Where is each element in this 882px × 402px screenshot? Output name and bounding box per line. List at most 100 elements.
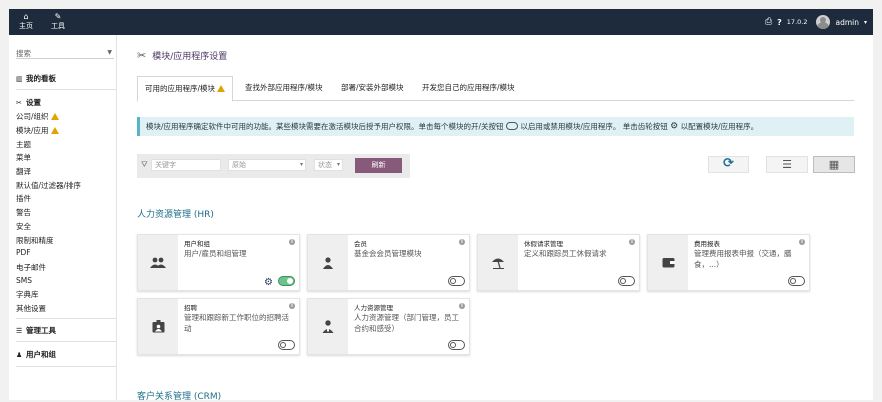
- module-toggle[interactable]: [618, 276, 635, 286]
- toggle-knob: [280, 342, 286, 348]
- sidebar-item-label: 设置: [26, 98, 41, 107]
- warning-icon: [50, 113, 59, 120]
- sidebar-item-sms[interactable]: SMS: [16, 276, 32, 285]
- sidebar-item-theme[interactable]: 主题: [16, 139, 31, 150]
- sidebar-item-settings[interactable]: ✂ 设置: [16, 97, 41, 108]
- module-description: 用户/雇员和组管理: [184, 249, 247, 258]
- refresh-button[interactable]: 刷新: [355, 158, 402, 173]
- module-toggle[interactable]: [278, 340, 295, 350]
- sidebar-item-email[interactable]: 电子邮件: [16, 262, 46, 273]
- sidebar-item-security[interactable]: 安全: [16, 221, 31, 232]
- chevron-down-icon[interactable]: ▾: [864, 19, 867, 26]
- sidebar: 搜索 ▼ ▥ 我的看板 ✂ 设置 公司/组织 模块/应用 主题 菜单 翻译 默认值/…: [9, 35, 117, 400]
- divider: [16, 89, 116, 90]
- toggle-knob: [620, 278, 626, 284]
- sidebar-item-widgets[interactable]: 插件: [16, 193, 31, 204]
- chart-icon: ▥: [16, 75, 23, 83]
- user-name[interactable]: admin: [835, 18, 859, 27]
- sidebar-item-menu[interactable]: 菜单: [16, 152, 31, 163]
- keyword-input[interactable]: 关键字: [151, 159, 221, 171]
- sidebar-item-label: 字典库: [16, 290, 39, 299]
- nav-home-label: 主页: [19, 22, 33, 30]
- toggle-knob: [287, 278, 293, 284]
- top-nav: ⌂ 主页 ✎ 工具: [19, 12, 65, 31]
- sidebar-item-label: 默认值/过滤器/排序: [16, 181, 82, 190]
- sidebar-item-company[interactable]: 公司/组织: [16, 111, 59, 122]
- chevron-down-icon: ▾: [336, 161, 340, 168]
- info-icon[interactable]: i: [289, 239, 295, 245]
- chevron-down-icon: ▾: [299, 161, 303, 168]
- info-text: 以配置模块/应用程序。: [680, 122, 759, 131]
- sidebar-item-modules[interactable]: 模块/应用: [16, 125, 59, 136]
- sidebar-item-label: 管理工具: [26, 326, 56, 335]
- nav-tools-button[interactable]: ✎ 工具: [51, 12, 65, 31]
- sidebar-item-pdf[interactable]: PDF: [16, 248, 31, 257]
- gear-icon[interactable]: ⚙: [264, 277, 273, 288]
- sidebar-item-alerts[interactable]: 警告: [16, 207, 31, 218]
- sidebar-item-dictionaries[interactable]: 字典库: [16, 289, 39, 300]
- print-icon[interactable]: ⎙: [765, 17, 772, 27]
- section-title-hr: 人力资源管理 (HR): [137, 210, 214, 220]
- module-title: 招聘: [184, 304, 197, 312]
- tab-label: 可用的应用程序/模块: [145, 84, 216, 93]
- module-description: 管理费用报表申报（交通，膳食，...）: [694, 249, 792, 269]
- module-toggle[interactable]: [448, 340, 465, 350]
- module-toggle[interactable]: [278, 276, 295, 286]
- sidebar-item-label: 用户和组: [26, 350, 56, 359]
- sidebar-item-label: 电子邮件: [16, 263, 46, 272]
- info-icon[interactable]: i: [459, 239, 465, 245]
- refresh-icon: ⟳: [723, 156, 734, 171]
- tab-available-modules[interactable]: 可用的应用程序/模块: [137, 76, 234, 102]
- reload-button[interactable]: ⟳: [708, 156, 749, 173]
- filter-bar: ⛛ 关键字 原始 ▾ 状态 ▾ 刷新: [137, 154, 410, 178]
- tab-deploy-external[interactable]: 部署/安装外部模块: [334, 76, 411, 100]
- module-title: 用户和组: [184, 240, 210, 248]
- sidebar-item-dashboard[interactable]: ▥ 我的看板: [16, 73, 56, 84]
- sidebar-item-label: 公司/组织: [16, 112, 49, 121]
- module-toggle[interactable]: [448, 276, 465, 286]
- divider: [16, 366, 116, 367]
- section-title-crm: 客户关系管理 (CRM): [137, 392, 222, 402]
- sidebar-item-users-groups[interactable]: ♟ 用户和组: [16, 349, 56, 360]
- module-card-users-groups: 用户和组 用户/雇员和组管理 i ⚙: [137, 234, 300, 291]
- sidebar-item-label: 模块/应用: [16, 126, 49, 135]
- info-icon[interactable]: i: [799, 239, 805, 245]
- user-icon: ♟: [16, 351, 23, 359]
- avatar[interactable]: [816, 15, 831, 29]
- sidebar-item-other[interactable]: 其他设置: [16, 303, 46, 314]
- kanban-view-button[interactable]: ▦: [813, 156, 855, 173]
- module-description: 管理和跟踪新工作职位的招聘活动: [184, 313, 289, 333]
- info-icon[interactable]: i: [459, 303, 465, 309]
- sidebar-item-defaults[interactable]: 默认值/过滤器/排序: [16, 180, 81, 191]
- help-icon[interactable]: ?: [777, 18, 782, 27]
- module-toggle[interactable]: [788, 276, 805, 286]
- sidebar-item-label: 其他设置: [16, 304, 46, 313]
- top-navbar: ⌂ 主页 ✎ 工具 ⎙ ? 17.0.2 admin ▾: [9, 9, 873, 35]
- page-title: ✂ 模块/应用程序设置: [137, 49, 227, 62]
- sidebar-item-limits[interactable]: 限制和精度: [16, 235, 54, 246]
- info-icon[interactable]: i: [289, 303, 295, 309]
- sidebar-item-translation[interactable]: 翻译: [16, 166, 31, 177]
- tab-label: 查找外部应用程序/模块: [245, 83, 323, 92]
- divider: [16, 341, 116, 342]
- module-description: 基金会会员管理模块: [354, 249, 422, 258]
- sidebar-search-input[interactable]: 搜索 ▼: [16, 48, 114, 59]
- sidebar-item-admin-tools[interactable]: ☰ 管理工具: [16, 325, 56, 336]
- info-icon[interactable]: i: [629, 239, 635, 245]
- list-view-button[interactable]: ☰: [766, 156, 808, 173]
- module-description: 人力资源管理（部门管理，员工合约和感受）: [354, 313, 459, 333]
- nav-home-button[interactable]: ⌂ 主页: [19, 12, 33, 31]
- tab-label: 部署/安装外部模块: [341, 83, 404, 92]
- status-select[interactable]: 状态 ▾: [314, 159, 343, 171]
- main-content: ✂ 模块/应用程序设置 可用的应用程序/模块 查找外部应用程序/模块 部署/安装…: [117, 35, 873, 402]
- toggle-icon: [505, 122, 518, 130]
- toggle-knob: [450, 278, 456, 284]
- module-title: 人力资源管理: [354, 304, 393, 312]
- tab-find-external[interactable]: 查找外部应用程序/模块: [238, 76, 330, 100]
- sidebar-item-label: 限制和精度: [16, 236, 54, 245]
- tab-develop-own[interactable]: 开发您自己的应用程序/模块: [415, 76, 522, 100]
- origin-select[interactable]: 原始 ▾: [228, 159, 306, 171]
- sidebar-item-label: PDF: [16, 248, 31, 257]
- toggle-knob: [450, 342, 456, 348]
- tools-icon: ✂: [16, 99, 22, 107]
